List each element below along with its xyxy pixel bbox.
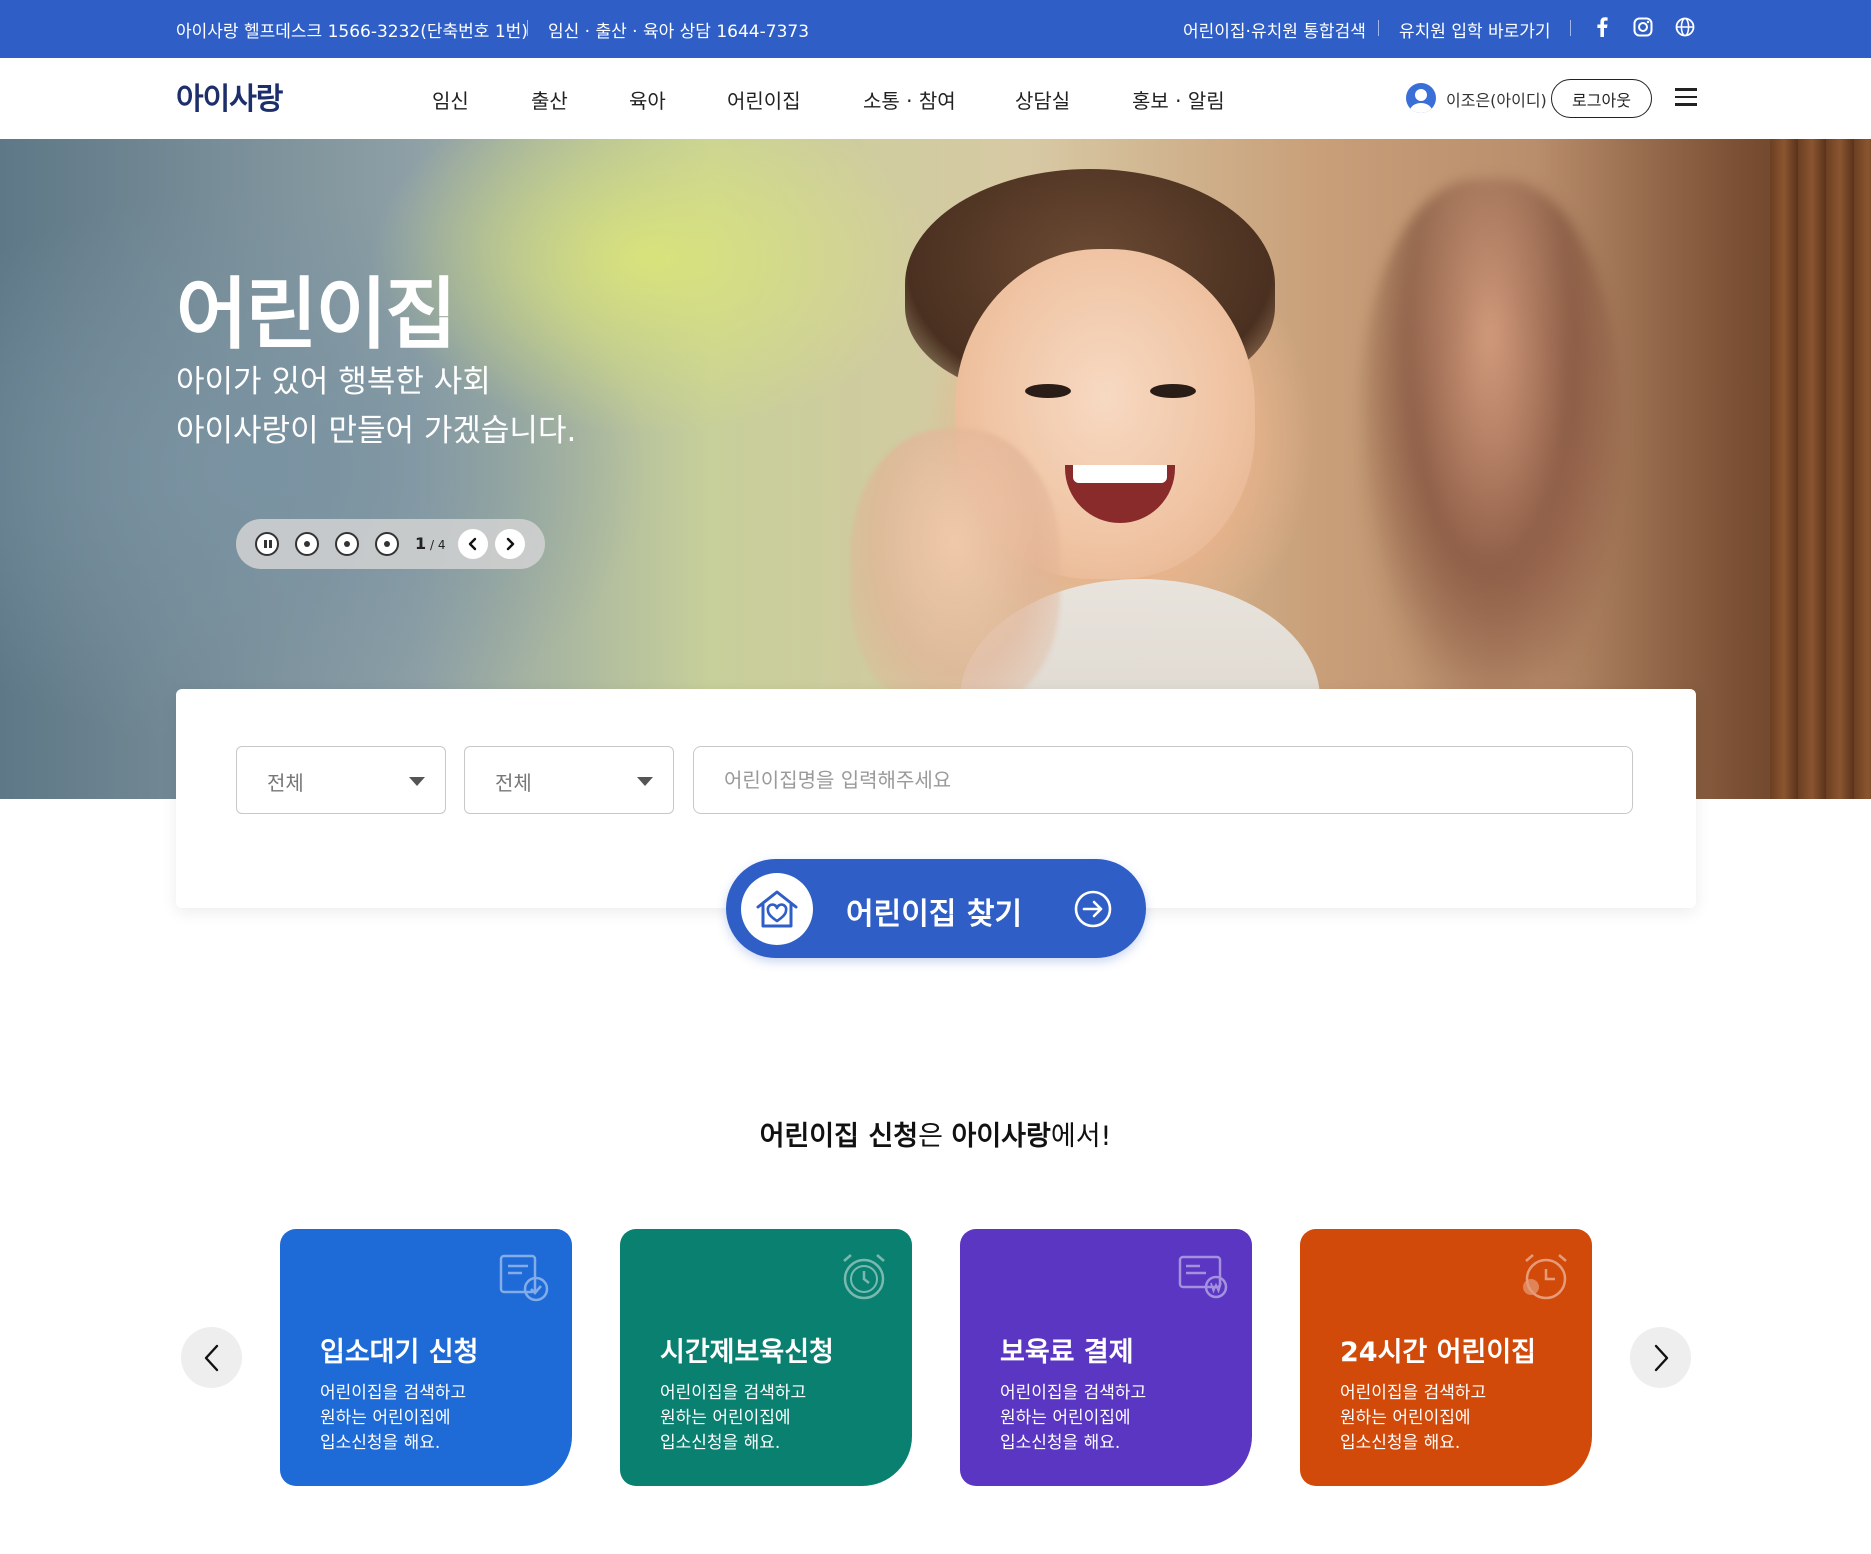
slide-current: 1: [415, 534, 427, 553]
card-title: 시간제보육신청: [660, 1337, 834, 1368]
card-description: 어린이집을 검색하고 원하는 어린이집에 입소신청을 해요.: [320, 1383, 467, 1453]
hero-subtitle-line: 아이사랑이 만들어 가겠습니다.: [176, 413, 577, 449]
section-title-text: 에서!: [1050, 1121, 1112, 1152]
nav-item-notice[interactable]: 홍보 · 알림: [1132, 85, 1225, 114]
card-title: 입소대기 신청: [320, 1337, 479, 1368]
find-daycare-label: 어린이집 찾기: [846, 897, 1023, 932]
region-select-2-value: 전체: [495, 771, 532, 795]
alarm-clock-icon: [838, 1251, 890, 1303]
top-utility-bar: 아이사랑 헬프데스크 1566-3232(단축번호 1번) 임신 · 출산 · …: [0, 0, 1871, 58]
hero-title: 어린이집: [176, 270, 457, 360]
hero-subtitle: 아이가 있어 행복한 사회 아이사랑이 만들어 가겠습니다.: [176, 358, 576, 456]
cards-next-icon[interactable]: [1630, 1327, 1691, 1388]
slide-counter: 1 / 4: [415, 534, 446, 553]
nav-item-counseling[interactable]: 상담실: [1015, 85, 1070, 114]
divider: [527, 20, 528, 36]
section-title-strong: 어린이집 신청: [759, 1121, 919, 1152]
card-description: 어린이집을 검색하고 원하는 어린이집에 입소신청을 해요.: [660, 1383, 807, 1453]
region-select-1[interactable]: 전체: [236, 746, 446, 814]
nav-item-parenting[interactable]: 육아: [629, 85, 666, 114]
card-childcare-payment[interactable]: 보육료 결제 어린이집을 검색하고 원하는 어린이집에 입소신청을 해요.: [960, 1229, 1252, 1486]
user-name: 이조은(아이디): [1446, 91, 1547, 110]
24-hour-clock-icon: [1518, 1251, 1570, 1303]
slide-dot[interactable]: [295, 532, 319, 556]
logout-button[interactable]: 로그아웃: [1551, 79, 1652, 118]
hero-photo-bg: [1150, 384, 1196, 398]
hamburger-menu-icon[interactable]: [1675, 88, 1697, 108]
hero-photo-bg: [850, 429, 1060, 709]
card-description: 어린이집을 검색하고 원하는 어린이집에 입소신청을 해요.: [1000, 1383, 1147, 1453]
hero-photo-bg: [1025, 384, 1071, 398]
hero-subtitle-line: 아이가 있어 행복한 사회: [176, 364, 491, 400]
divider: [1570, 20, 1571, 36]
region-select-2[interactable]: 전체: [464, 746, 674, 814]
card-title: 보육료 결제: [1000, 1337, 1134, 1368]
pause-icon[interactable]: [255, 532, 279, 556]
slide-next-icon[interactable]: [495, 529, 525, 559]
hero-photo-bg: [1360, 179, 1620, 699]
house-heart-icon: [741, 873, 813, 945]
nav-item-daycare[interactable]: 어린이집: [727, 85, 801, 114]
slide-prev-icon[interactable]: [458, 529, 488, 559]
slide-dot[interactable]: [375, 532, 399, 556]
slide-dot[interactable]: [335, 532, 359, 556]
card-description: 어린이집을 검색하고 원하는 어린이집에 입소신청을 해요.: [1340, 1383, 1487, 1453]
caret-down-icon: [637, 777, 653, 786]
facebook-icon[interactable]: [1589, 14, 1615, 40]
cards-prev-icon[interactable]: [181, 1327, 242, 1388]
main-header: 아이사랑 임신 출산 육아 어린이집 소통 · 참여 상담실 홍보 · 알림 이…: [0, 58, 1871, 139]
hero-photo-bg: [1770, 139, 1871, 799]
divider: [1378, 20, 1379, 36]
arrow-right-circle-icon: [1074, 890, 1112, 928]
site-logo[interactable]: 아이사랑: [176, 74, 283, 118]
find-daycare-button[interactable]: 어린이집 찾기: [726, 859, 1146, 958]
nav-item-birth[interactable]: 출산: [531, 85, 568, 114]
section-title-strong: 아이사랑: [951, 1121, 1051, 1152]
section-title: 어린이집 신청은 아이사랑에서!: [0, 1114, 1871, 1153]
daycare-name-input[interactable]: [693, 746, 1633, 814]
application-check-icon: [498, 1251, 550, 1303]
caret-down-icon: [409, 777, 425, 786]
user-avatar-icon: [1406, 83, 1436, 113]
slide-total: 4: [437, 538, 446, 552]
nav-item-community[interactable]: 소통 · 참여: [863, 85, 956, 114]
slider-controls: 1 / 4: [236, 519, 545, 569]
card-hourly-care[interactable]: 시간제보육신청 어린이집을 검색하고 원하는 어린이집에 입소신청을 해요.: [620, 1229, 912, 1486]
helpdesk-text: 아이사랑 헬프데스크 1566-3232(단축번호 1번): [176, 22, 528, 42]
kindergarten-admission-link[interactable]: 유치원 입학 바로가기: [1399, 17, 1551, 42]
payment-card-icon: [1178, 1251, 1230, 1303]
globe-icon[interactable]: [1672, 14, 1698, 40]
card-24h-daycare[interactable]: 24시간 어린이집 어린이집을 검색하고 원하는 어린이집에 입소신청을 해요.: [1300, 1229, 1592, 1486]
nav-item-pregnancy[interactable]: 임신: [432, 85, 469, 114]
integrated-search-link[interactable]: 어린이집·유치원 통합검색: [1183, 17, 1366, 42]
instagram-icon[interactable]: [1630, 14, 1656, 40]
region-select-1-value: 전체: [267, 771, 304, 795]
counsel-text: 임신 · 출산 · 육아 상담 1644-7373: [548, 22, 810, 42]
card-admission-waitlist[interactable]: 입소대기 신청 어린이집을 검색하고 원하는 어린이집에 입소신청을 해요.: [280, 1229, 572, 1486]
card-title: 24시간 어린이집: [1340, 1337, 1537, 1368]
section-title-text: 은: [918, 1121, 952, 1152]
